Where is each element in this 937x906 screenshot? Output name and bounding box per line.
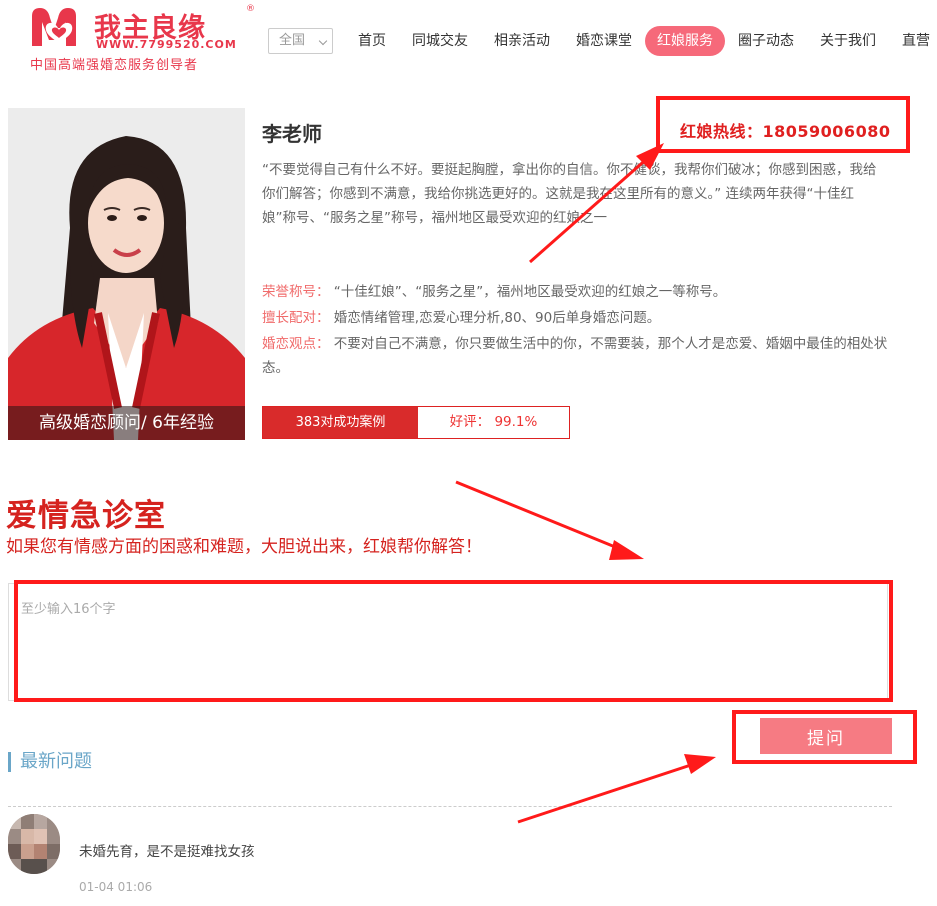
latest-questions-heading: 最新问题 xyxy=(8,752,92,772)
region-select[interactable]: 全国 xyxy=(268,28,333,54)
logo-registered-mark: ® xyxy=(246,4,255,14)
question-input[interactable] xyxy=(8,583,888,701)
nav-item-events[interactable]: 相亲活动 xyxy=(481,26,563,56)
user-avatar-icon xyxy=(8,814,60,874)
nav-item-matchmaker-service[interactable]: 红娘服务 xyxy=(645,26,725,56)
success-cases-badge[interactable]: 383对成功案例 xyxy=(263,407,418,438)
ask-button[interactable]: 提问 xyxy=(760,718,892,754)
photo-caption: 高级婚恋顾问/ 6年经验 xyxy=(8,406,245,440)
section-divider xyxy=(8,806,892,807)
honors-row: 荣誉称号： “十佳红娘”、“服务之星”，福州地区最受欢迎的红娘之一等称号。 xyxy=(262,280,892,304)
site-logo[interactable]: 我主良缘 ® WWW.7799520.COM 中国高端强婚恋服务创导者 xyxy=(28,4,258,73)
matchmaker-photo: 高级婚恋顾问/ 6年经验 xyxy=(8,108,245,440)
avatar[interactable] xyxy=(8,814,60,874)
nav-item-local-dating[interactable]: 同城交友 xyxy=(399,26,481,56)
clinic-subtitle: 如果您有情感方面的困惑和难题，大胆说出来，红娘帮你解答！ xyxy=(6,537,482,557)
nav-item-about[interactable]: 关于我们 xyxy=(807,26,889,56)
clinic-title: 爱情急诊室 xyxy=(6,498,166,534)
question-text[interactable]: 未婚先育，是不是挺难找女孩 xyxy=(79,840,255,860)
rating-badge: 好评： 99.1% xyxy=(449,414,538,430)
arrow-to-input-icon xyxy=(455,480,644,560)
view-row: 婚恋观点： 不要对自己不满意，你只要做生活中的你，不需要装，那个人才是恋爱、婚姻… xyxy=(262,332,892,380)
nav-item-direct-stores[interactable]: 直营 xyxy=(889,26,937,56)
logo-url: WWW.7799520.COM xyxy=(96,38,237,51)
specialty-value: 婚恋情绪管理,恋爱心理分析,80、90后单身婚恋问题。 xyxy=(333,310,661,326)
honors-value: “十佳红娘”、“服务之星”，福州地区最受欢迎的红娘之一等称号。 xyxy=(333,284,727,300)
logo-slogan: 中国高端强婚恋服务创导者 xyxy=(30,58,199,73)
arrow-to-ask-button-icon xyxy=(517,754,716,824)
specialty-row: 擅长配对： 婚恋情绪管理,恋爱心理分析,80、90后单身婚恋问题。 xyxy=(262,306,892,330)
nav-item-circles[interactable]: 圈子动态 xyxy=(725,26,807,56)
view-label: 婚恋观点： xyxy=(262,336,330,352)
question-time: 01-04 01:06 xyxy=(79,880,153,894)
matchmaker-name: 李老师 xyxy=(262,122,322,146)
nav-item-home[interactable]: 首页 xyxy=(345,26,399,56)
hotline-text: 红娘热线：18059006080 xyxy=(680,122,891,141)
site-header: 我主良缘 ® WWW.7799520.COM 中国高端强婚恋服务创导者 全国 首… xyxy=(0,0,937,80)
matchmaker-stats: 383对成功案例 好评： 99.1% xyxy=(262,406,570,439)
matchmaker-attributes: 荣誉称号： “十佳红娘”、“服务之星”，福州地区最受欢迎的红娘之一等称号。 擅长… xyxy=(262,280,892,382)
main-nav: 首页 同城交友 相亲活动 婚恋课堂 红娘服务 圈子动态 关于我们 直营 xyxy=(345,26,937,56)
matchmaker-intro: “不要觉得自己有什么不好。要挺起胸膛，拿出你的自信。你不健谈，我帮你们破冰；你感… xyxy=(262,162,877,226)
nav-item-classroom[interactable]: 婚恋课堂 xyxy=(563,26,645,56)
chevron-down-icon xyxy=(318,36,328,46)
specialty-label: 擅长配对： xyxy=(262,310,330,326)
region-value: 全国 xyxy=(279,33,306,48)
honors-label: 荣誉称号： xyxy=(262,284,330,300)
logo-heart-icon xyxy=(32,8,76,46)
portrait-image xyxy=(8,108,245,440)
view-value: 不要对自己不满意，你只要做生活中的你，不需要装，那个人才是恋爱、婚姻中最佳的相处… xyxy=(262,336,888,376)
